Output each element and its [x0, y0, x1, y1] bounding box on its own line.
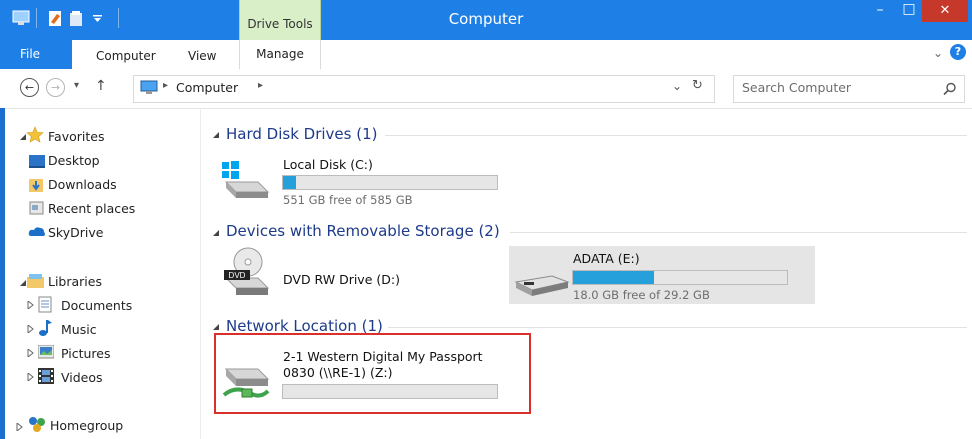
tab-file-label: File [19, 47, 41, 61]
tab-file[interactable]: File [0, 40, 72, 69]
expand-music-icon[interactable] [27, 325, 35, 333]
drive-name-dvd[interactable]: DVD RW Drive (D:) [283, 272, 400, 287]
drive-name-adata[interactable]: ADATA (E:) [573, 251, 640, 266]
documents-icon [38, 296, 52, 313]
drive-name-network-line2[interactable]: 0830 (\\RE-1) (Z:) [283, 365, 393, 380]
group-header-hard-disk-drives[interactable]: Hard Disk Drives (1) [226, 125, 377, 143]
nav-skydrive[interactable]: SkyDrive [48, 225, 103, 240]
recent-locations-button[interactable]: ▾ [74, 80, 79, 91]
minimize-button[interactable]: – [866, 2, 894, 20]
dvd-drive-icon: DVD [224, 247, 270, 295]
help-icon[interactable]: ? [950, 44, 966, 60]
window-title: Computer [448, 10, 524, 28]
expand-homegroup-icon[interactable] [16, 423, 24, 431]
local-disk-free-space: 551 GB free of 585 GB [283, 193, 413, 207]
skydrive-icon [28, 227, 45, 236]
new-folder-icon[interactable] [68, 10, 84, 28]
drive-name-network-line1[interactable]: 2-1 Western Digital My Passport [283, 349, 483, 364]
breadcrumb-computer[interactable]: Computer [176, 80, 238, 95]
nav-favorites[interactable]: Favorites [48, 129, 104, 144]
libraries-icon [27, 274, 44, 288]
tab-manage-label: Manage [256, 47, 304, 61]
adata-free-space: 18.0 GB free of 29.2 GB [573, 288, 710, 302]
music-icon [39, 320, 52, 336]
nav-videos[interactable]: Videos [61, 370, 103, 385]
customize-toolbar-icon[interactable] [93, 15, 103, 23]
drive-name-local-disk[interactable]: Local Disk (C:) [283, 157, 373, 172]
group-divider-3 [388, 327, 967, 328]
local-disk-usage-bar [282, 175, 498, 190]
breadcrumb-separator-2[interactable]: ▸ [258, 80, 263, 91]
group-header-removable-storage[interactable]: Devices with Removable Storage (2) [226, 222, 500, 240]
maximize-button[interactable]: □ [896, 1, 922, 19]
videos-icon [38, 368, 54, 384]
nav-downloads[interactable]: Downloads [48, 177, 117, 192]
toolbar-divider [36, 8, 37, 28]
nav-libraries[interactable]: Libraries [48, 274, 102, 289]
collapse-hdd-group-icon[interactable] [212, 131, 220, 139]
collapse-network-group-icon[interactable] [212, 323, 220, 331]
computer-icon[interactable] [12, 10, 30, 26]
collapse-removable-group-icon[interactable] [212, 229, 220, 237]
desktop-icon [29, 155, 45, 168]
nav-music[interactable]: Music [61, 322, 97, 337]
refresh-icon[interactable]: ↻ [692, 78, 703, 93]
search-icon[interactable] [943, 82, 957, 96]
search-placeholder: Search Computer [742, 80, 852, 95]
pictures-icon [38, 345, 54, 359]
homegroup-icon [29, 417, 45, 432]
expand-ribbon-icon[interactable]: ⌄ [933, 46, 943, 60]
nav-documents[interactable]: Documents [61, 298, 132, 313]
tab-view[interactable]: View [188, 49, 216, 63]
recent-places-icon [29, 201, 44, 215]
address-dropdown-icon[interactable]: ⌄ [672, 79, 682, 93]
forward-button[interactable]: → [46, 78, 65, 97]
adata-usage-fill [573, 271, 655, 284]
group-divider-2 [510, 232, 967, 233]
star-icon [26, 126, 44, 143]
close-icon: ✕ [939, 3, 951, 18]
properties-icon[interactable] [48, 10, 64, 28]
adata-usage-bar [572, 270, 788, 285]
expand-videos-icon[interactable] [27, 373, 35, 381]
downloads-icon [29, 179, 43, 192]
toolbar-divider-2 [118, 8, 119, 28]
expand-documents-icon[interactable] [27, 301, 35, 309]
removable-drive-icon [514, 275, 570, 296]
group-divider [385, 135, 967, 136]
expand-pictures-icon[interactable] [27, 349, 35, 357]
back-button[interactable]: ← [20, 78, 39, 97]
up-button[interactable]: ↑ [95, 78, 107, 94]
tab-computer[interactable]: Computer [96, 49, 156, 63]
expand-libraries-icon[interactable] [19, 279, 27, 287]
nav-homegroup[interactable]: Homegroup [50, 418, 123, 433]
local-disk-drive-icon [222, 161, 270, 198]
computer-icon-address [140, 80, 158, 94]
tab-manage[interactable]: Manage [239, 40, 321, 69]
window-left-edge [0, 108, 5, 439]
nav-recent-places[interactable]: Recent places [48, 201, 135, 216]
dvd-logo-text: DVD [229, 271, 246, 280]
close-button[interactable]: ✕ [922, 0, 968, 22]
breadcrumb-separator[interactable]: ▸ [163, 80, 168, 91]
network-drive-icon [222, 368, 270, 398]
nav-desktop[interactable]: Desktop [48, 153, 100, 168]
nav-pictures[interactable]: Pictures [61, 346, 111, 361]
local-disk-usage-fill [283, 176, 296, 189]
network-drive-usage-bar [282, 384, 498, 399]
